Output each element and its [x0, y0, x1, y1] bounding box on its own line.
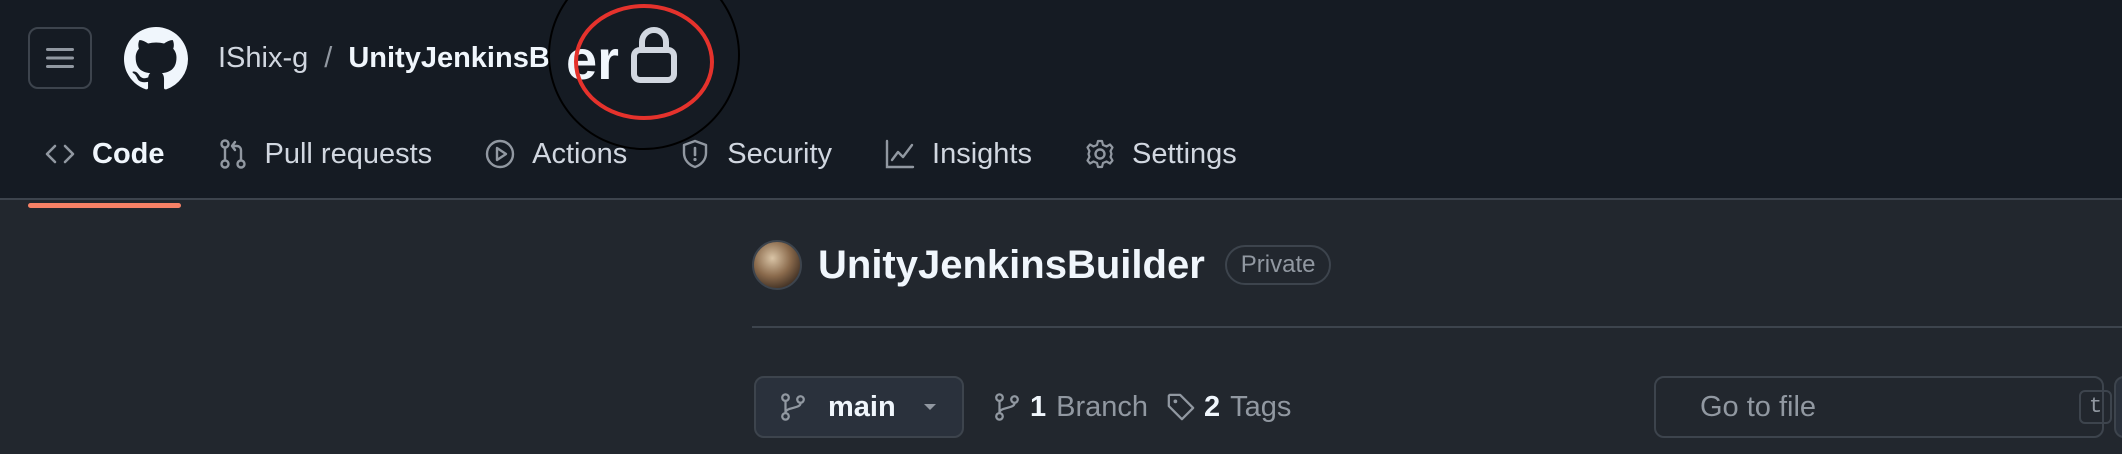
tab-label: Settings	[1131, 137, 1237, 170]
tab-security[interactable]: Security	[663, 124, 848, 184]
tab-label: Pull requests	[264, 137, 433, 170]
tag-label: Tags	[1230, 390, 1292, 423]
hamburger-icon	[46, 48, 74, 68]
repo-title-row: UnityJenkinsBuilder Private	[752, 238, 1332, 292]
git-pull-request-icon	[219, 139, 246, 169]
code-icon	[45, 144, 75, 164]
github-logo-icon[interactable]	[124, 27, 188, 91]
magnified-text: er	[566, 28, 619, 91]
repo-tabs: Code Pull requests Actions Security Insi…	[28, 124, 1273, 208]
tab-settings[interactable]: Settings	[1068, 124, 1253, 184]
tab-insights[interactable]: Insights	[868, 124, 1048, 184]
tag-count: 2	[1204, 390, 1221, 423]
breadcrumb: IShix-g / UnityJenkinsBu	[218, 38, 568, 78]
branches-link[interactable]: 1 Branch	[992, 384, 1148, 430]
tab-label: Actions	[532, 137, 628, 170]
branch-selector[interactable]: main	[754, 376, 964, 438]
tab-label: Insights	[932, 137, 1032, 170]
go-to-file-search[interactable]: t	[1654, 376, 2113, 438]
repo-link[interactable]: UnityJenkinsBu	[348, 42, 567, 75]
tab-code[interactable]: Code	[28, 124, 181, 208]
graph-icon	[885, 139, 915, 169]
tags-link[interactable]: 2 Tags	[1166, 384, 1291, 430]
tab-pull-requests[interactable]: Pull requests	[201, 124, 449, 184]
owner-avatar[interactable]	[752, 240, 802, 290]
owner-link[interactable]: IShix-g	[218, 42, 308, 75]
breadcrumb-separator: /	[324, 41, 333, 74]
tab-label: Code	[92, 137, 165, 170]
tab-actions[interactable]: Actions	[468, 124, 643, 184]
repo-name[interactable]: UnityJenkinsBuilder	[818, 243, 1205, 288]
git-branch-icon	[781, 393, 805, 421]
lock-icon	[631, 27, 677, 83]
keyboard-shortcut: t	[2079, 390, 2113, 424]
branch-name: main	[828, 390, 896, 423]
branch-label: Branch	[1056, 390, 1149, 423]
branch-count: 1	[1030, 390, 1047, 423]
divider	[752, 326, 2122, 328]
tag-icon	[1167, 393, 1195, 421]
add-file-button[interactable]	[2114, 376, 2122, 438]
app-header: IShix-g / UnityJenkinsBu er Code Pull re…	[0, 0, 2122, 208]
play-icon	[485, 139, 515, 169]
git-branch-icon	[995, 393, 1019, 421]
visibility-badge: Private	[1224, 245, 1332, 285]
shield-icon	[683, 139, 708, 169]
menu-button[interactable]	[28, 27, 92, 89]
go-to-file-input[interactable]	[1698, 389, 2079, 425]
tab-label: Security	[727, 137, 833, 170]
gear-icon	[1086, 139, 1114, 169]
caret-down-icon	[924, 404, 936, 410]
